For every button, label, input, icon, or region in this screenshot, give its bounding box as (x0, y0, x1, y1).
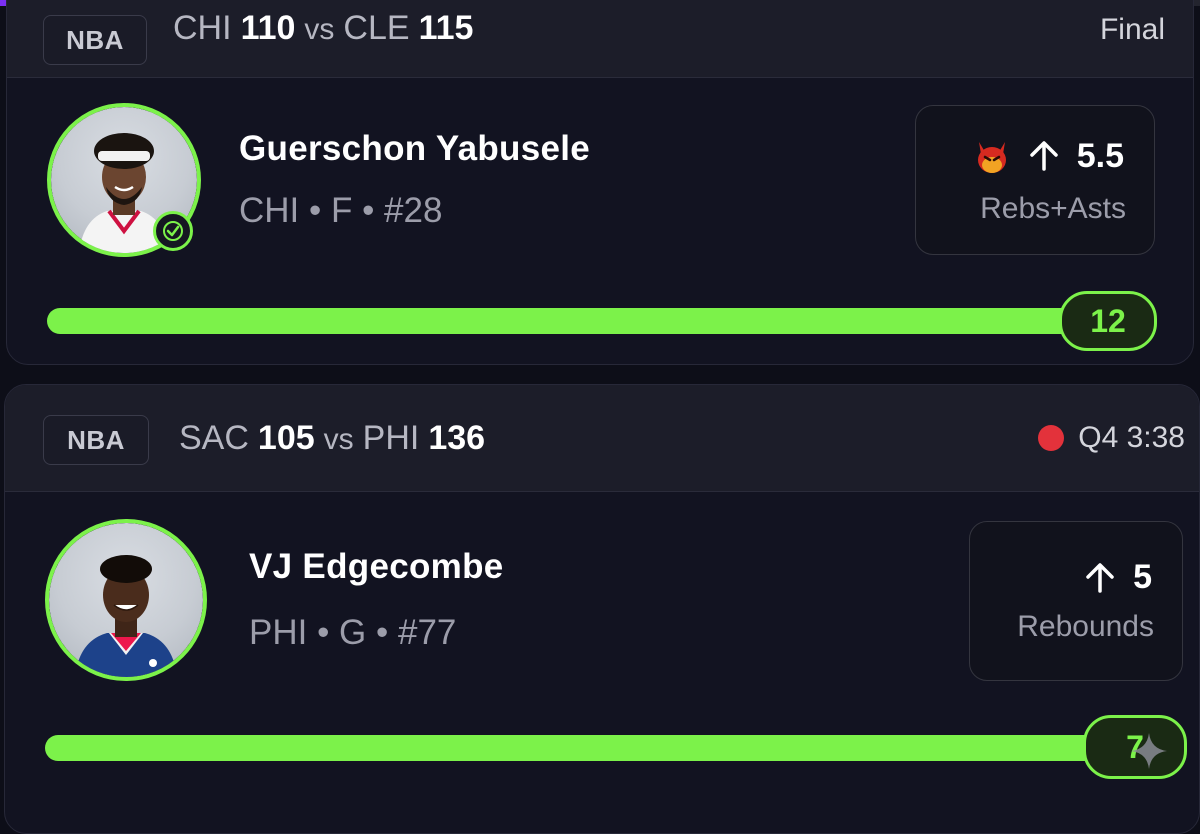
away-team: SAC (179, 419, 249, 457)
matchup: SAC 105 vs PHI 136 (179, 419, 485, 458)
game-header: NBA CHI 110 vs CLE 115 Final (7, 0, 1193, 78)
game-card[interactable]: NBA CHI 110 vs CLE 115 Final Guerschon Y… (6, 0, 1194, 365)
player-avatar[interactable] (45, 519, 207, 681)
pick-line-value: 5.5 (1076, 136, 1124, 175)
home-score: 136 (428, 419, 486, 457)
league-badge: NBA (43, 15, 147, 65)
stat-progress-bar (45, 735, 1125, 761)
pick-box[interactable]: 5.5 Rebs+Asts (915, 105, 1155, 255)
league-badge: NBA (43, 415, 149, 465)
player-name[interactable]: VJ Edgecombe (249, 547, 504, 587)
home-score: 115 (418, 9, 474, 47)
pick-line: 5 (1083, 558, 1152, 597)
current-stat-value: 12 (1059, 291, 1157, 351)
demon-icon (977, 142, 1006, 173)
away-team: CHI (173, 9, 232, 47)
status-text: Q4 3:38 (1078, 421, 1185, 454)
verified-check-icon (153, 211, 193, 251)
game-status: Q4 3:38 (1038, 421, 1185, 455)
home-team: PHI (362, 419, 420, 457)
home-team: CLE (343, 9, 410, 47)
game-card[interactable]: NBA SAC 105 vs PHI 136 Q4 3:38 VJ Edgecombe (4, 384, 1200, 834)
vs-label: vs (323, 423, 354, 456)
sparkle-icon (1131, 733, 1167, 769)
matchup: CHI 110 vs CLE 115 (173, 9, 473, 48)
live-indicator-icon (1038, 425, 1065, 451)
pick-stat: Rebounds (1017, 610, 1154, 643)
pick-line: 5.5 (973, 136, 1124, 176)
away-score: 105 (257, 419, 315, 457)
away-score: 110 (240, 9, 296, 47)
player-name[interactable]: Guerschon Yabusele (239, 129, 590, 169)
player-photo (75, 555, 177, 677)
status-text: Final (1099, 13, 1165, 46)
vs-label: vs (304, 13, 335, 46)
player-meta: CHI • F • #28 (239, 191, 443, 230)
pick-stat: Rebs+Asts (980, 192, 1126, 225)
arrow-up-icon (1029, 141, 1058, 171)
stat-progress-bar (47, 308, 1107, 334)
pick-line-value: 5 (1133, 558, 1152, 596)
game-header: NBA SAC 105 vs PHI 136 Q4 3:38 (5, 385, 1199, 492)
player-meta: PHI • G • #77 (249, 613, 457, 652)
pick-box[interactable]: 5 Rebounds (969, 521, 1183, 681)
game-status: Final (1100, 13, 1165, 47)
arrow-up-icon (1086, 562, 1114, 593)
